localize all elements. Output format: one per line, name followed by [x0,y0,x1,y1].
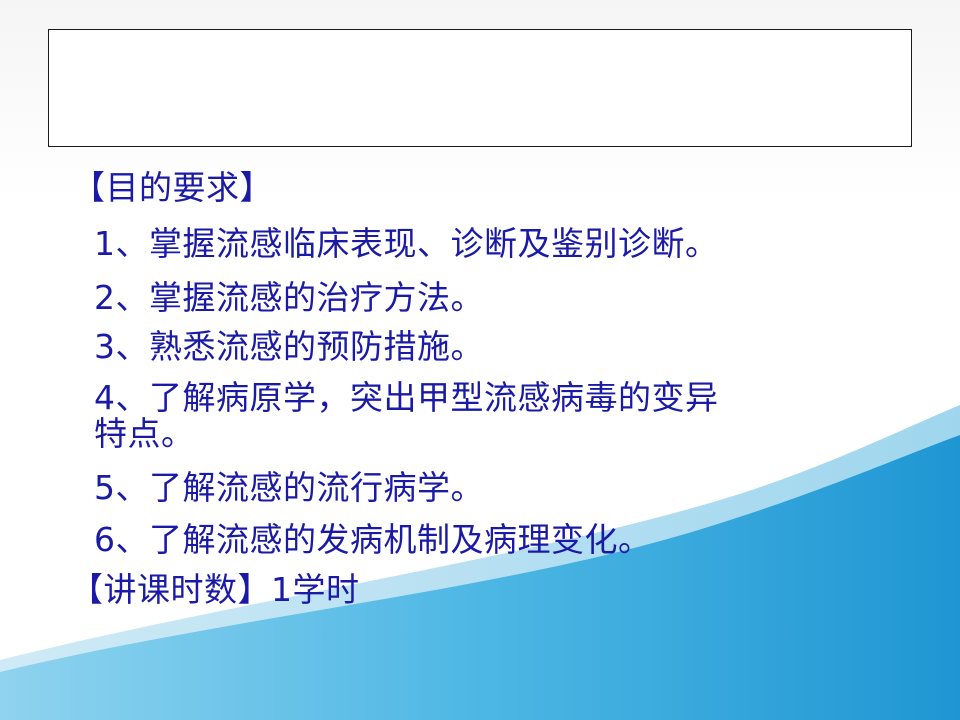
objective-item-4-continuation: 特点。 [94,414,195,453]
section-heading: 【目的要求】 [72,168,273,207]
objective-item-1: 1、掌握流感临床表现、诊断及鉴别诊断。 [94,224,719,263]
objective-item-4: 4、了解病原学，突出甲型流感病毒的变异 [94,378,719,417]
lecture-hours: 【讲课时数】1学时 [70,570,360,609]
objective-item-2: 2、掌握流感的治疗方法。 [94,278,484,317]
objective-item-3: 3、熟悉流感的预防措施。 [94,327,484,366]
objective-item-5: 5、了解流感的流行病学。 [94,468,484,507]
slide-content: 【目的要求】 1、掌握流感临床表现、诊断及鉴别诊断。 2、掌握流感的治疗方法。 … [0,0,960,720]
slide: 【目的要求】 1、掌握流感临床表现、诊断及鉴别诊断。 2、掌握流感的治疗方法。 … [0,0,960,720]
objective-item-6: 6、了解流感的发病机制及病理变化。 [94,520,652,559]
